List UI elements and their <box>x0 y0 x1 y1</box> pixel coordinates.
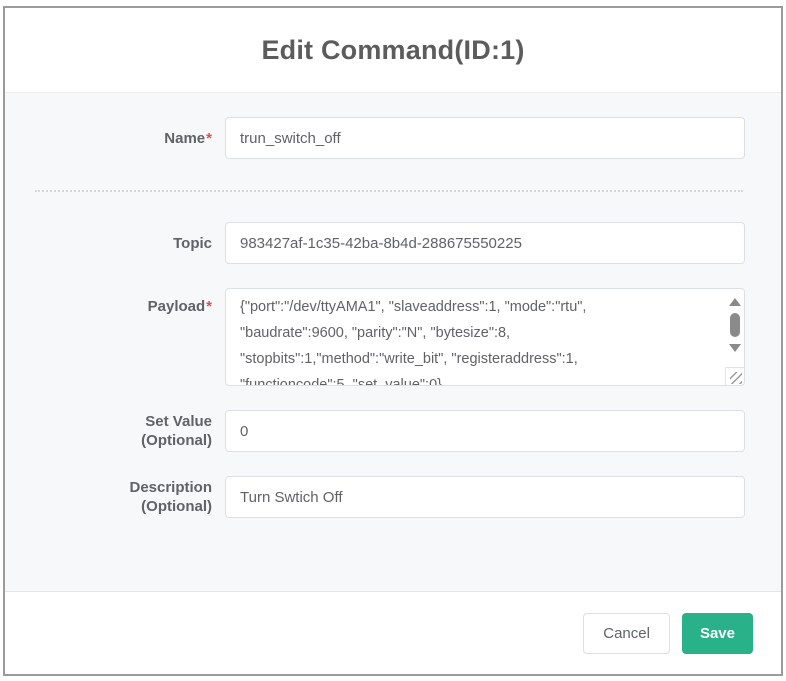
set-value-label: Set Value (Optional) <box>33 412 225 450</box>
field-row-name: Name* <box>33 117 745 159</box>
description-input-wrap <box>225 476 745 518</box>
set-value-input-wrap <box>225 410 745 452</box>
edit-command-dialog: Edit Command(ID:1) Name* Topic <box>3 6 783 676</box>
field-row-topic: Topic <box>33 222 745 264</box>
dialog-header: Edit Command(ID:1) <box>5 8 781 93</box>
description-optional-text: (Optional) <box>141 498 212 515</box>
field-row-set-value: Set Value (Optional) <box>33 410 745 452</box>
payload-scrollbar[interactable] <box>725 289 744 367</box>
required-asterisk: * <box>206 298 212 315</box>
payload-input-wrap: {"port":"/dev/ttyAMA1", "slaveaddress":1… <box>225 288 745 386</box>
payload-textarea[interactable]: {"port":"/dev/ttyAMA1", "slaveaddress":1… <box>225 288 745 386</box>
set-value-label-text: Set Value <box>145 413 212 430</box>
required-asterisk: * <box>206 130 212 147</box>
dialog-body: Name* Topic Payload* <box>5 93 781 591</box>
section-divider <box>35 190 743 192</box>
field-row-description: Description (Optional) <box>33 476 745 518</box>
name-input-wrap <box>225 117 745 159</box>
topic-input[interactable] <box>225 222 745 264</box>
payload-label: Payload* <box>33 288 225 316</box>
payload-text: {"port":"/dev/ttyAMA1", "slaveaddress":1… <box>226 289 720 385</box>
description-input[interactable] <box>225 476 745 518</box>
resize-grip-icon[interactable] <box>725 367 744 385</box>
scroll-down-icon[interactable] <box>729 344 741 352</box>
description-label: Description (Optional) <box>33 478 225 516</box>
topic-label-text: Topic <box>173 235 212 252</box>
name-input[interactable] <box>225 117 745 159</box>
scroll-thumb[interactable] <box>730 313 740 337</box>
topic-input-wrap <box>225 222 745 264</box>
topic-label: Topic <box>33 234 225 253</box>
set-value-optional-text: (Optional) <box>141 432 212 449</box>
page: Edit Command(ID:1) Name* Topic <box>0 0 786 681</box>
payload-label-text: Payload <box>148 298 206 315</box>
description-label-text: Description <box>129 479 212 496</box>
set-value-input[interactable] <box>225 410 745 452</box>
dialog-footer: Cancel Save <box>5 591 781 674</box>
field-row-payload: Payload* {"port":"/dev/ttyAMA1", "slavea… <box>33 288 745 386</box>
dialog-title: Edit Command(ID:1) <box>261 35 524 66</box>
name-label: Name* <box>33 129 225 148</box>
cancel-button[interactable]: Cancel <box>583 613 670 654</box>
save-button[interactable]: Save <box>682 613 753 654</box>
name-label-text: Name <box>164 130 205 147</box>
scroll-up-icon[interactable] <box>729 298 741 306</box>
